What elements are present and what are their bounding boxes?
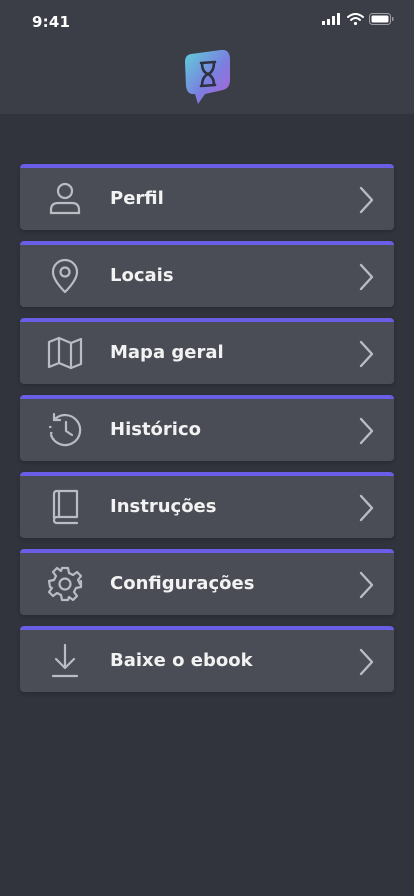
menu-item-perfil[interactable]: Perfil xyxy=(20,164,394,230)
chevron-right-icon xyxy=(359,648,374,676)
user-icon xyxy=(49,182,81,215)
menu-item-label: Configurações xyxy=(110,573,255,594)
download-icon xyxy=(51,643,79,678)
menu-item-label: Perfil xyxy=(110,188,164,209)
app-logo xyxy=(185,50,230,104)
chevron-right-icon xyxy=(359,186,374,214)
menu-item-locais[interactable]: Locais xyxy=(20,241,394,307)
status-bar: 9:41 xyxy=(0,0,414,44)
signal-icon xyxy=(322,13,340,25)
main-menu: Perfil Locais Mapa geral Histórico Instr… xyxy=(20,164,394,703)
menu-item-instrucoes[interactable]: Instruções xyxy=(20,472,394,538)
location-pin-icon xyxy=(51,258,79,294)
chevron-right-icon xyxy=(359,571,374,599)
menu-item-label: Baixe o ebook xyxy=(110,650,253,671)
chevron-right-icon xyxy=(359,417,374,445)
menu-item-label: Histórico xyxy=(110,419,202,440)
map-icon xyxy=(47,336,83,370)
app-header: 9:41 xyxy=(0,0,414,114)
gear-icon xyxy=(47,566,83,602)
menu-item-historico[interactable]: Histórico xyxy=(20,395,394,461)
chevron-right-icon xyxy=(359,340,374,368)
battery-icon xyxy=(369,13,394,25)
chevron-right-icon xyxy=(359,494,374,522)
menu-item-label: Locais xyxy=(110,265,174,286)
menu-item-baixe-o-ebook[interactable]: Baixe o ebook xyxy=(20,626,394,692)
history-icon xyxy=(48,412,82,447)
menu-item-label: Instruções xyxy=(110,496,217,517)
menu-item-configuracoes[interactable]: Configurações xyxy=(20,549,394,615)
status-time: 9:41 xyxy=(32,13,71,31)
menu-item-label: Mapa geral xyxy=(110,342,224,363)
wifi-icon xyxy=(347,13,364,25)
menu-item-mapa-geral[interactable]: Mapa geral xyxy=(20,318,394,384)
chevron-right-icon xyxy=(359,263,374,291)
book-icon xyxy=(52,489,79,525)
